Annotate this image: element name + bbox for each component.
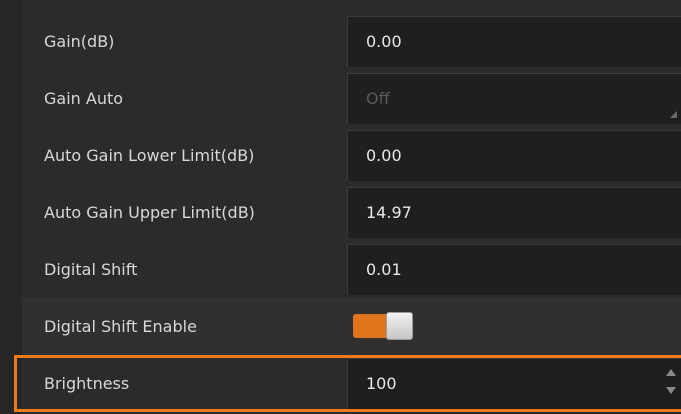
- digital-shift-enable-toggle[interactable]: [353, 312, 413, 340]
- toggle-knob[interactable]: [386, 312, 413, 340]
- dropdown-corner-icon: [670, 111, 677, 118]
- auto-gain-upper-limit-input[interactable]: 14.97: [347, 187, 681, 238]
- property-row-digital-shift-enable: Digital Shift Enable: [0, 298, 681, 355]
- property-grid: Gain(dB) 0.00 Gain Auto Off Auto Gain Lo…: [0, 0, 681, 414]
- gain-value: 0.00: [366, 32, 402, 51]
- property-label: Gain Auto: [44, 89, 124, 108]
- property-label: Digital Shift: [44, 260, 138, 279]
- auto-gain-upper-limit-value: 14.97: [366, 203, 412, 222]
- property-label: Auto Gain Lower Limit(dB): [44, 146, 255, 165]
- gain-auto-value: Off: [366, 89, 390, 108]
- auto-gain-lower-limit-input[interactable]: 0.00: [347, 130, 681, 181]
- auto-gain-lower-limit-value: 0.00: [366, 146, 402, 165]
- property-row-auto-gain-upper-limit: Auto Gain Upper Limit(dB) 14.97: [0, 184, 681, 241]
- property-row-gain-auto: Gain Auto Off: [0, 70, 681, 127]
- digital-shift-input[interactable]: 0.01: [347, 244, 681, 295]
- property-row-gain: Gain(dB) 0.00: [0, 13, 681, 70]
- property-label: Gain(dB): [44, 32, 115, 51]
- gain-input[interactable]: 0.00: [347, 16, 681, 67]
- gain-auto-select[interactable]: Off: [347, 73, 681, 124]
- property-row-digital-shift: Digital Shift 0.01: [0, 241, 681, 298]
- brightness-highlight-box: [14, 355, 681, 412]
- toggle-track: [353, 314, 389, 338]
- digital-shift-value: 0.01: [366, 260, 402, 279]
- property-row-auto-gain-lower-limit: Auto Gain Lower Limit(dB) 0.00: [0, 127, 681, 184]
- property-label: Digital Shift Enable: [44, 317, 197, 336]
- property-label: Auto Gain Upper Limit(dB): [44, 203, 255, 222]
